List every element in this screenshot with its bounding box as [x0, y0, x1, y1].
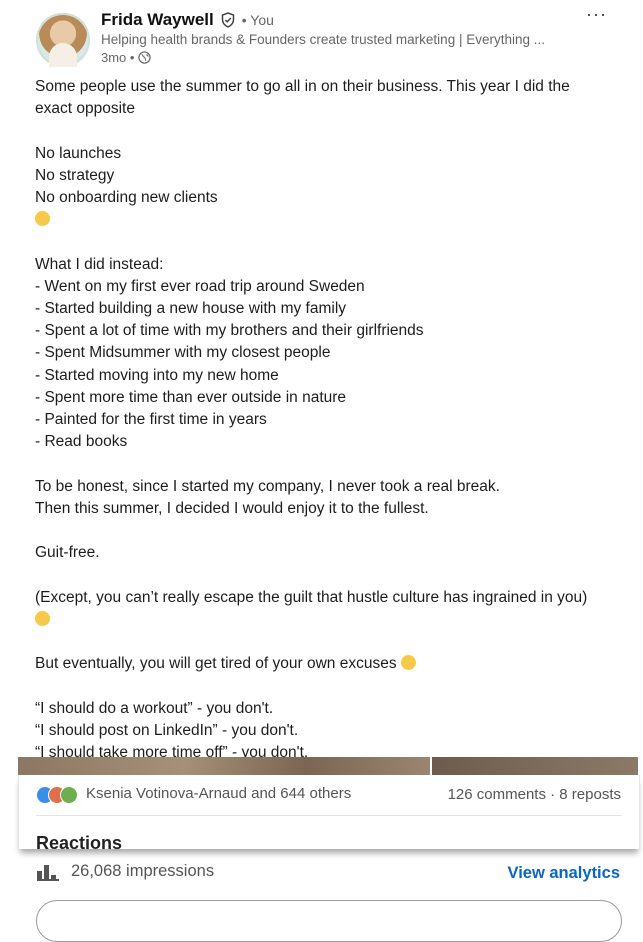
post-line: “I should post on LinkedIn” - you don't.	[35, 721, 299, 739]
impressions-row: 26,068 impressions	[37, 862, 214, 881]
flushed-emoji-icon	[35, 211, 50, 227]
post-line: “I should do a workout” - you don't.	[35, 699, 274, 717]
post-time: 3mo •	[101, 50, 135, 65]
bar-chart-icon	[37, 864, 59, 881]
post-line: No launches	[35, 144, 122, 162]
view-analytics-link[interactable]: View analytics	[507, 864, 620, 883]
post-photo[interactable]	[18, 757, 430, 775]
support-reaction-icon	[60, 785, 78, 804]
post-body: Some people use the summer to go all in …	[35, 76, 623, 757]
more-options-icon[interactable]: ···	[586, 4, 607, 25]
reactions-heading: Reactions	[36, 833, 123, 849]
post-header: Frida Waywell • You Helping health brand…	[36, 10, 636, 70]
post-line: - Painted for the first time in years	[35, 411, 267, 429]
social-card: Ksenia Votinova-Arnaud and 644 others 12…	[18, 775, 640, 849]
post-line: Then this summer, I decided I would enjo…	[35, 499, 429, 517]
post-meta: 3mo •	[101, 50, 152, 65]
post-line: - Spent a lot of time with my brothers a…	[35, 322, 424, 340]
reactors-text[interactable]: Ksenia Votinova-Arnaud and 644 others	[86, 785, 351, 802]
author-name[interactable]: Frida Waywell	[101, 10, 214, 30]
post-line: “I should take more time off” - you don'…	[35, 743, 309, 757]
post-line: No strategy	[35, 166, 115, 184]
reactions-summary[interactable]: Ksenia Votinova-Arnaud and 644 others	[36, 785, 351, 804]
post-line: What I did instead:	[35, 255, 164, 273]
post-line: No onboarding new clients	[35, 189, 218, 206]
post-line: exact opposite	[35, 100, 135, 118]
post-line: - Read books	[35, 433, 128, 451]
zany-emoji-icon	[35, 610, 50, 626]
you-label: • You	[241, 12, 274, 28]
post-line: (Except, you can’t really escape the gui…	[35, 588, 588, 606]
astonished-emoji-icon	[400, 655, 416, 671]
post-photos[interactable]	[18, 757, 638, 775]
author-avatar[interactable]	[36, 13, 90, 67]
post-line: - Started moving into my new home	[35, 366, 279, 384]
post-line: Some people use the summer to go all in …	[35, 78, 570, 95]
globe-icon	[138, 51, 152, 64]
post-line: To be honest, since I started my company…	[35, 477, 500, 495]
post-line: - Started building a new house with my f…	[35, 300, 347, 317]
comments-reposts[interactable]: 126 comments · 8 reposts	[448, 786, 621, 803]
author-name-row: Frida Waywell • You	[101, 10, 274, 30]
reaction-icons	[36, 785, 78, 804]
post-line: But eventually, you will get tired of yo…	[35, 655, 397, 673]
divider	[36, 815, 622, 816]
post-photo[interactable]	[432, 757, 638, 775]
post-card: Frida Waywell • You Helping health brand…	[0, 0, 643, 757]
impressions-count: 26,068 impressions	[71, 862, 215, 880]
author-headline: Helping health brands & Founders create …	[101, 32, 545, 47]
post-line: - Spent Midsummer with my closest people	[35, 344, 331, 362]
post-line: - Spent more time than ever outside in n…	[35, 388, 347, 406]
post-line: Guit-free.	[35, 544, 100, 562]
post-line: - Went on my first ever road trip around…	[35, 277, 365, 295]
comment-input[interactable]	[36, 900, 622, 942]
verified-icon	[221, 12, 234, 28]
